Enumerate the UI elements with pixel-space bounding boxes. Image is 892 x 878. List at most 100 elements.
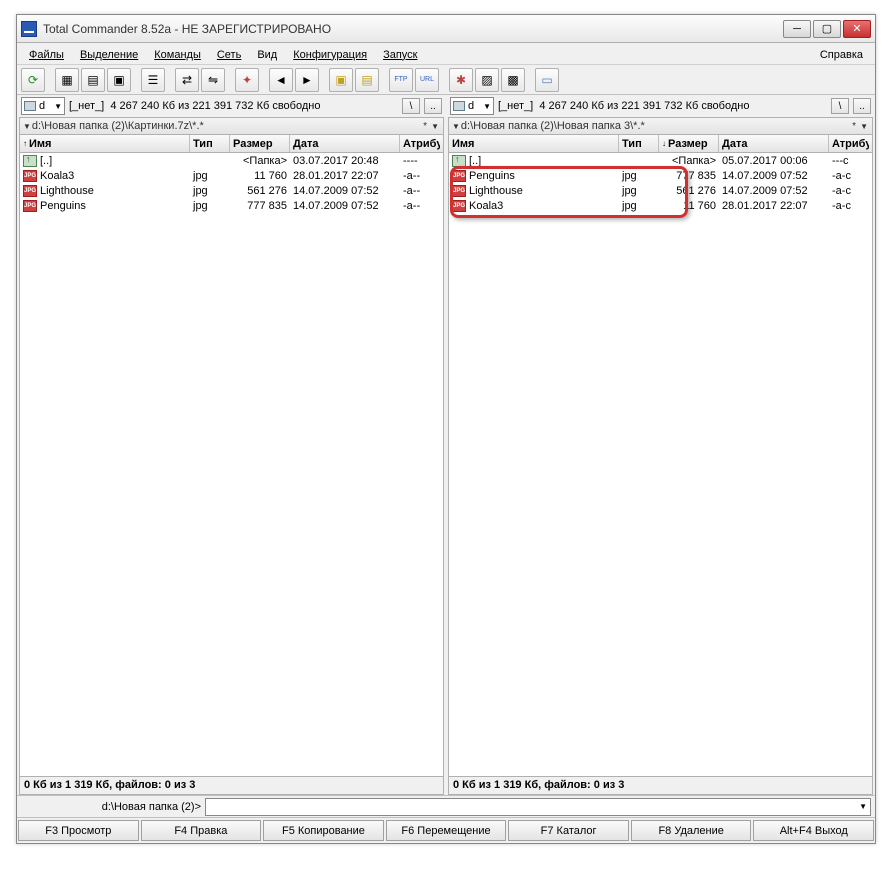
col-attr[interactable]: Атрибу	[400, 135, 440, 152]
left-free-space: [_нет_] 4 267 240 Кб из 221 391 732 Кб с…	[69, 100, 398, 112]
col-date[interactable]: Дата	[719, 135, 829, 152]
col-name[interactable]: ↑Имя	[20, 135, 190, 152]
col-date[interactable]: Дата	[290, 135, 400, 152]
f5-copy[interactable]: F5 Копирование	[263, 820, 384, 841]
file-date: 14.07.2009 07:52	[290, 185, 400, 197]
col-name[interactable]: Имя	[449, 135, 619, 152]
invert-icon[interactable]: ⇄	[175, 68, 199, 92]
search-icon[interactable]: ✱	[449, 68, 473, 92]
altf4-exit[interactable]: Alt+F4 Выход	[753, 820, 874, 841]
file-row[interactable]: JPGPenguinsjpg777 83514.07.2009 07:52-a-…	[20, 198, 443, 213]
menu-run[interactable]: Запуск	[375, 45, 425, 63]
col-attr[interactable]: Атрибу	[829, 135, 869, 152]
view-thumbs-icon[interactable]: ▣	[107, 68, 131, 92]
swap-icon[interactable]: ⇋	[201, 68, 225, 92]
titlebar: Total Commander 8.52a - НЕ ЗАРЕГИСТРИРОВ…	[17, 15, 875, 43]
right-drive-select[interactable]: d▼	[450, 97, 494, 115]
left-up-button[interactable]: ..	[424, 98, 442, 114]
file-row[interactable]: [..]<Папка>03.07.2017 20:48----	[20, 153, 443, 168]
right-panel: d▼ [_нет_] 4 267 240 Кб из 221 391 732 К…	[448, 95, 873, 795]
file-attr: -a--	[400, 200, 440, 212]
tree-icon[interactable]: ☰	[141, 68, 165, 92]
left-columns: ↑Имя Тип Размер Дата Атрибу	[19, 135, 444, 153]
file-name: Koala3	[469, 200, 503, 212]
right-root-button[interactable]: \	[831, 98, 849, 114]
f7-mkdir[interactable]: F7 Каталог	[508, 820, 629, 841]
view-full-icon[interactable]: ▤	[81, 68, 105, 92]
multirename-icon[interactable]: ▨	[475, 68, 499, 92]
menu-view[interactable]: Вид	[249, 45, 285, 63]
sync-icon[interactable]: ▩	[501, 68, 525, 92]
menu-config[interactable]: Конфигурация	[285, 45, 375, 63]
history-icon[interactable]: ▼	[431, 122, 439, 131]
right-filelist[interactable]: [..]<Папка>05.07.2017 00:06---cJPGPengui…	[448, 153, 873, 777]
left-drive-select[interactable]: d▼	[21, 97, 65, 115]
favorites-icon[interactable]: *	[852, 121, 856, 132]
refresh-icon[interactable]: ⟳	[21, 68, 45, 92]
left-path[interactable]: ▼ d:\Новая папка (2)\Картинки.7z\*.* * ▼	[19, 117, 444, 135]
file-name: [..]	[40, 155, 52, 167]
col-type[interactable]: Тип	[190, 135, 230, 152]
menu-selection[interactable]: Выделение	[72, 45, 146, 63]
toolbar: ⟳ ▦ ▤ ▣ ☰ ⇄ ⇋ ✦ ◄ ► ▣ ▤ FTP URL ✱ ▨ ▩ ▭	[17, 65, 875, 95]
close-button[interactable]: ✕	[843, 20, 871, 38]
right-columns: Имя Тип ↓Размер Дата Атрибу	[448, 135, 873, 153]
menu-net[interactable]: Сеть	[209, 45, 249, 63]
function-keys: F3 Просмотр F4 Правка F5 Копирование F6 …	[17, 817, 875, 843]
ftp-icon[interactable]: FTP	[389, 68, 413, 92]
notepad-icon[interactable]: ▭	[535, 68, 559, 92]
drive-icon	[453, 101, 465, 111]
maximize-button[interactable]: ▢	[813, 20, 841, 38]
file-type: jpg	[190, 200, 230, 212]
dropdown-icon[interactable]: ▼	[859, 802, 867, 811]
f6-move[interactable]: F6 Перемещение	[386, 820, 507, 841]
file-row[interactable]: JPGKoala3jpg11 76028.01.2017 22:07-a-c	[449, 198, 872, 213]
menu-commands[interactable]: Команды	[146, 45, 209, 63]
history-icon[interactable]: ▼	[860, 122, 868, 131]
jpg-file-icon: JPG	[452, 200, 466, 212]
file-date: 28.01.2017 22:07	[290, 170, 400, 182]
right-path[interactable]: ▼ d:\Новая папка (2)\Новая папка 3\*.* *…	[448, 117, 873, 135]
command-input[interactable]: ▼	[205, 798, 871, 816]
f4-edit[interactable]: F4 Правка	[141, 820, 262, 841]
back-icon[interactable]: ◄	[269, 68, 293, 92]
url-icon[interactable]: URL	[415, 68, 439, 92]
forward-icon[interactable]: ►	[295, 68, 319, 92]
file-attr: -a--	[400, 185, 440, 197]
left-panel: d▼ [_нет_] 4 267 240 Кб из 221 391 732 К…	[19, 95, 444, 795]
file-row[interactable]: JPGLighthousejpg561 27614.07.2009 07:52-…	[20, 183, 443, 198]
f3-view[interactable]: F3 Просмотр	[18, 820, 139, 841]
view-brief-icon[interactable]: ▦	[55, 68, 79, 92]
favorites-icon[interactable]: *	[423, 121, 427, 132]
file-date: 05.07.2017 00:06	[719, 155, 829, 167]
file-row[interactable]: JPGKoala3jpg11 76028.01.2017 22:07-a--	[20, 168, 443, 183]
pack-icon[interactable]: ▣	[329, 68, 353, 92]
menu-files[interactable]: Файлы	[21, 45, 72, 63]
file-size: 777 835	[230, 200, 290, 212]
file-row[interactable]: [..]<Папка>05.07.2017 00:06---c	[449, 153, 872, 168]
main-window: Total Commander 8.52a - НЕ ЗАРЕГИСТРИРОВ…	[16, 14, 876, 844]
file-date: 14.07.2009 07:52	[290, 200, 400, 212]
col-size[interactable]: Размер	[230, 135, 290, 152]
menu-help[interactable]: Справка	[812, 45, 871, 63]
file-row[interactable]: JPGPenguinsjpg777 83514.07.2009 07:52-a-…	[449, 168, 872, 183]
unpack-icon[interactable]: ▤	[355, 68, 379, 92]
file-row[interactable]: JPGLighthousejpg561 27614.07.2009 07:52-…	[449, 183, 872, 198]
minimize-button[interactable]: ─	[783, 20, 811, 38]
window-title: Total Commander 8.52a - НЕ ЗАРЕГИСТРИРОВ…	[43, 22, 783, 36]
file-date: 28.01.2017 22:07	[719, 200, 829, 212]
drive-icon	[24, 101, 36, 111]
file-attr: ----	[400, 155, 440, 167]
left-filelist[interactable]: [..]<Папка>03.07.2017 20:48----JPGKoala3…	[19, 153, 444, 777]
f8-delete[interactable]: F8 Удаление	[631, 820, 752, 841]
file-size: <Папка>	[230, 155, 290, 167]
file-size: 777 835	[659, 170, 719, 182]
file-type: jpg	[619, 170, 659, 182]
left-root-button[interactable]: \	[402, 98, 420, 114]
wand-icon[interactable]: ✦	[235, 68, 259, 92]
right-up-button[interactable]: ..	[853, 98, 871, 114]
file-name: Lighthouse	[469, 185, 523, 197]
file-attr: -a--	[400, 170, 440, 182]
col-type[interactable]: Тип	[619, 135, 659, 152]
col-size[interactable]: ↓Размер	[659, 135, 719, 152]
